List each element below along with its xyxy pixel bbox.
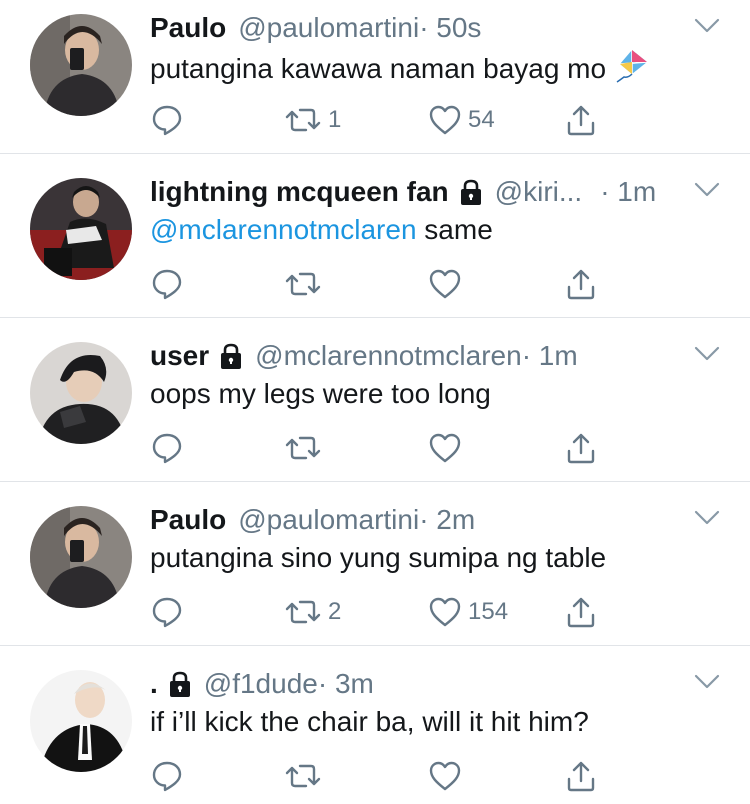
like-button[interactable]	[428, 264, 468, 304]
kite-emoji	[614, 48, 650, 93]
user-handle[interactable]: @f1dude	[204, 668, 318, 700]
user-handle[interactable]: @paulomartini	[238, 504, 419, 536]
share-icon	[567, 433, 595, 464]
share-button[interactable]	[564, 592, 598, 632]
like-button[interactable]: 154	[428, 592, 508, 632]
reply-button[interactable]	[150, 756, 184, 796]
display-name[interactable]: user	[150, 340, 209, 372]
tweet[interactable]: lightning mcqueen fan @kiri... · 1m @mcl…	[0, 154, 750, 318]
share-icon	[567, 105, 595, 136]
display-name[interactable]: Paulo	[150, 504, 226, 536]
avatar[interactable]	[30, 506, 132, 608]
retweet-icon	[285, 272, 321, 296]
retweet-count: 1	[328, 106, 342, 133]
tweet-text: putangina kawawa naman bayag mo	[150, 48, 730, 93]
retweet-icon	[285, 436, 321, 460]
caret-down-icon[interactable]	[692, 178, 722, 202]
reply-button[interactable]	[150, 592, 184, 632]
like-icon	[429, 433, 461, 463]
like-icon	[429, 269, 461, 299]
user-handle[interactable]: @kiri...	[495, 176, 583, 208]
reply-icon	[152, 761, 182, 792]
timestamp[interactable]: · 1m	[600, 176, 656, 208]
tweet[interactable]: Paulo @paulomartini · 2m putangina sino …	[0, 482, 750, 646]
retweet-icon	[285, 764, 321, 788]
timestamp[interactable]: · 2m	[419, 504, 475, 536]
like-icon	[429, 597, 461, 627]
like-icon	[429, 105, 461, 135]
caret-down-icon[interactable]	[692, 14, 722, 38]
retweet-button[interactable]	[284, 264, 328, 304]
retweet-icon	[285, 600, 321, 624]
tweet-text: @mclarennotmclaren same	[150, 212, 730, 248]
tweet-text-body: same	[416, 214, 493, 245]
avatar[interactable]	[30, 178, 132, 280]
reply-button[interactable]	[150, 428, 184, 468]
timestamp[interactable]: · 1m	[522, 340, 578, 372]
share-button[interactable]	[564, 264, 598, 304]
avatar[interactable]	[30, 14, 132, 116]
share-icon	[567, 597, 595, 628]
display-name[interactable]: lightning mcqueen fan	[150, 176, 449, 208]
mention-link[interactable]: @mclarennotmclaren	[150, 214, 417, 245]
like-button[interactable]: 54	[428, 100, 495, 140]
share-icon	[567, 761, 595, 792]
avatar[interactable]	[30, 670, 132, 772]
tweet-text: if i’ll kick the chair ba, will it hit h…	[150, 706, 589, 737]
lock-icon	[169, 671, 190, 697]
reply-button[interactable]	[150, 100, 184, 140]
retweet-button[interactable]	[284, 756, 328, 796]
like-count: 54	[468, 106, 495, 133]
tweet[interactable]: Paulo @paulomartini · 50s putangina kawa…	[0, 0, 750, 154]
user-handle[interactable]: @mclarennotmclaren	[255, 340, 522, 372]
like-count: 154	[468, 598, 509, 625]
reply-icon	[152, 597, 182, 628]
avatar[interactable]	[30, 342, 132, 444]
reply-icon	[152, 433, 182, 464]
user-handle[interactable]: @paulomartini	[238, 12, 419, 44]
share-icon	[567, 269, 595, 300]
retweet-count: 2	[328, 598, 342, 625]
share-button[interactable]	[564, 756, 598, 796]
share-button[interactable]	[564, 428, 598, 468]
display-name[interactable]: Paulo	[150, 12, 226, 44]
reply-button[interactable]	[150, 264, 184, 304]
caret-down-icon[interactable]	[692, 506, 722, 530]
tweet[interactable]: user @mclarennotmclaren · 1m oops my leg…	[0, 318, 750, 482]
lock-icon	[460, 179, 481, 205]
tweet-text-body: putangina kawawa naman bayag mo	[150, 52, 607, 84]
timeline: Paulo @paulomartini · 50s putangina kawa…	[0, 0, 750, 804]
caret-down-icon[interactable]	[692, 670, 722, 694]
like-button[interactable]	[428, 756, 468, 796]
lock-icon	[221, 343, 242, 369]
retweet-button[interactable]	[284, 428, 328, 468]
retweet-button[interactable]: 2	[284, 592, 341, 632]
timestamp[interactable]: · 50s	[419, 12, 481, 44]
tweet[interactable]: . @f1dude · 3m if i’ll kick the chair ba…	[0, 646, 750, 804]
tweet-text: oops my legs were too long	[150, 378, 491, 409]
share-button[interactable]	[564, 100, 598, 140]
retweet-button[interactable]: 1	[284, 100, 341, 140]
caret-down-icon[interactable]	[692, 342, 722, 366]
like-icon	[429, 761, 461, 791]
reply-icon	[152, 105, 182, 136]
tweet-text: putangina sino yung sumipa ng table	[150, 542, 607, 573]
reply-icon	[152, 269, 182, 300]
display-name[interactable]: .	[150, 668, 158, 700]
retweet-icon	[285, 108, 321, 132]
like-button[interactable]	[428, 428, 468, 468]
timestamp[interactable]: · 3m	[318, 668, 374, 700]
